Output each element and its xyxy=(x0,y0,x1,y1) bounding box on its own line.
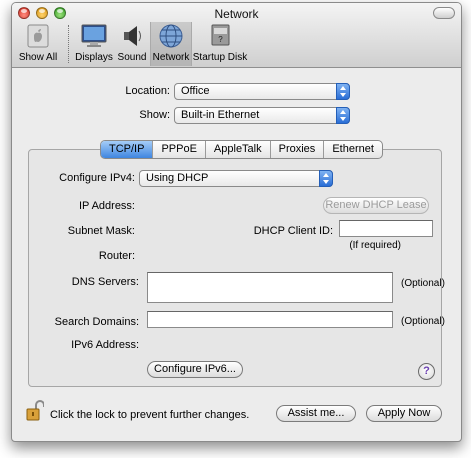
router-label: Router: xyxy=(98,250,135,262)
toolbar-network[interactable]: Network xyxy=(150,22,192,66)
network-window: Network Show All Displays Sound Network … xyxy=(11,2,462,442)
lock-message: Click the lock to prevent further change… xyxy=(50,409,250,421)
speaker-icon xyxy=(117,22,147,50)
tab-bar: TCP/IP PPPoE AppleTalk Proxies Ethernet xyxy=(100,140,383,159)
window-title: Network xyxy=(214,7,259,21)
search-domains-label: Search Domains: xyxy=(54,316,139,328)
toolbar-show-all[interactable]: Show All xyxy=(14,22,62,66)
show-popup[interactable]: Built-in Ethernet xyxy=(174,107,350,124)
location-value: Office xyxy=(181,85,210,97)
display-icon xyxy=(79,22,109,50)
lock-icon[interactable] xyxy=(26,399,45,421)
configure-ipv6-button[interactable]: Configure IPv6... xyxy=(147,361,243,378)
dns-servers-field[interactable] xyxy=(147,272,393,303)
svg-text:?: ? xyxy=(218,35,223,44)
toolbar-displays[interactable]: Displays xyxy=(74,22,114,66)
tab-pppoe[interactable]: PPPoE xyxy=(153,141,206,158)
ipv6-address-label: IPv6 Address: xyxy=(71,339,139,351)
popup-arrows-icon xyxy=(336,107,350,124)
configure-ipv4-label: Configure IPv4: xyxy=(59,172,135,184)
tab-tcpip[interactable]: TCP/IP xyxy=(101,141,154,158)
popup-arrows-icon xyxy=(319,170,333,187)
apply-now-button[interactable]: Apply Now xyxy=(366,405,442,422)
renew-dhcp-lease-button[interactable]: Renew DHCP Lease xyxy=(323,197,429,214)
tab-appletalk[interactable]: AppleTalk xyxy=(206,141,271,158)
search-domains-field[interactable] xyxy=(147,311,393,328)
configure-ipv4-value: Using DHCP xyxy=(146,172,209,184)
toolbar-label: Startup Disk xyxy=(192,52,248,63)
if-required-note: (If required) xyxy=(349,240,401,251)
location-label: Location: xyxy=(125,85,170,97)
ip-address-label: IP Address: xyxy=(78,200,135,212)
toolbar-label: Show All xyxy=(18,52,58,63)
show-label: Show: xyxy=(139,109,170,121)
tab-ethernet[interactable]: Ethernet xyxy=(324,141,382,158)
toolbar-label: Displays xyxy=(75,52,113,63)
tab-panel: Configure IPv4: Using DHCP IP Address: R… xyxy=(28,149,445,387)
globe-icon xyxy=(156,22,186,50)
toolbar-toggle-button[interactable] xyxy=(433,7,455,19)
toolbar-startup-disk[interactable]: ? Startup Disk xyxy=(192,22,248,66)
toolbar-separator xyxy=(68,25,69,63)
toolbar-sound[interactable]: Sound xyxy=(114,22,150,66)
location-popup[interactable]: Office xyxy=(174,83,350,100)
help-button[interactable]: ? xyxy=(418,363,435,380)
dhcp-client-id-label: DHCP Client ID: xyxy=(253,225,333,237)
dns-servers-label: DNS Servers: xyxy=(71,276,139,288)
dns-optional-note: (Optional) xyxy=(401,278,445,289)
configure-ipv4-popup[interactable]: Using DHCP xyxy=(139,170,333,187)
toolbar-label: Sound xyxy=(117,52,147,63)
dhcp-client-id-field[interactable] xyxy=(339,220,433,237)
popup-arrows-icon xyxy=(336,83,350,100)
disk-icon: ? xyxy=(205,22,235,50)
assist-me-button[interactable]: Assist me... xyxy=(276,405,356,422)
subnet-mask-label: Subnet Mask: xyxy=(67,225,135,237)
toolbar: Network Show All Displays Sound Network … xyxy=(12,3,461,68)
show-value: Built-in Ethernet xyxy=(181,109,260,121)
tab-proxies[interactable]: Proxies xyxy=(271,141,325,158)
toolbar-label: Network xyxy=(152,52,190,63)
apple-icon xyxy=(23,22,53,50)
search-optional-note: (Optional) xyxy=(401,316,445,327)
